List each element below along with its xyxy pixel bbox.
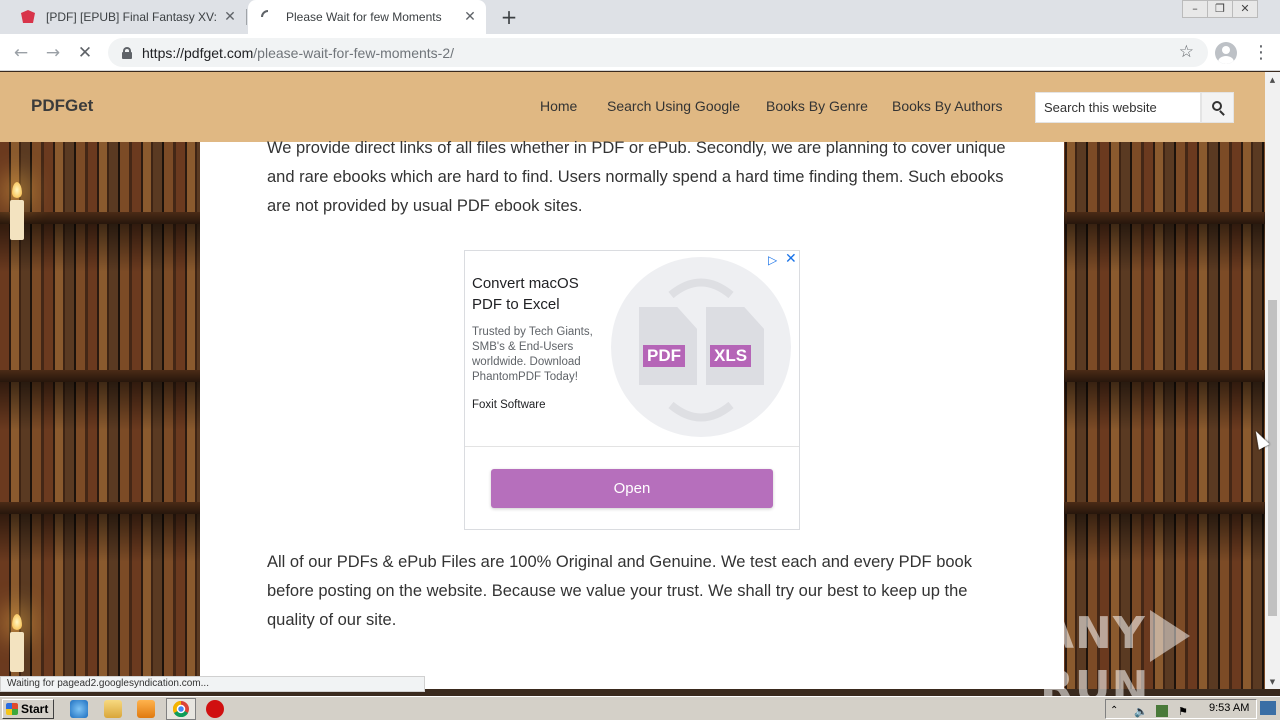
advertisement[interactable]: ▷ ✕ Convert macOS PDF to Excel Trusted b… bbox=[464, 250, 800, 530]
tab-please-wait[interactable]: Please Wait for few Moments ✕ bbox=[248, 0, 486, 34]
maximize-icon[interactable]: ❐ bbox=[1207, 0, 1233, 18]
address-bar[interactable]: https://pdfget.com/please-wait-for-few-m… bbox=[108, 38, 1208, 67]
ad-close-icon[interactable]: ✕ bbox=[785, 251, 797, 267]
main-content: We provide direct links of all files whe… bbox=[200, 139, 1064, 689]
candle-flame-icon bbox=[12, 182, 22, 198]
profile-avatar-icon[interactable] bbox=[1215, 42, 1237, 64]
tab-strip: [PDF] [EPUB] Final Fantasy XV: The Dawn … bbox=[0, 0, 1280, 34]
nav-home[interactable]: Home bbox=[540, 98, 577, 114]
folder-icon[interactable] bbox=[104, 700, 122, 718]
candle-icon bbox=[10, 200, 24, 240]
search-button[interactable] bbox=[1201, 92, 1234, 123]
internet-explorer-icon[interactable] bbox=[70, 700, 88, 718]
status-bar: Waiting for pagead2.googlesyndication.co… bbox=[0, 676, 425, 692]
back-arrow-icon[interactable]: ← bbox=[10, 42, 32, 64]
close-tab-icon[interactable]: ✕ bbox=[220, 9, 240, 25]
chrome-taskbar-button[interactable] bbox=[166, 698, 196, 720]
site-logo[interactable]: PDFGet bbox=[31, 96, 93, 116]
tab-separator bbox=[246, 9, 247, 25]
pdf-favicon-icon bbox=[20, 9, 36, 25]
lock-icon bbox=[122, 46, 132, 59]
page-viewport: PDFGet Home Search Using Google Books By… bbox=[0, 72, 1265, 689]
ad-open-button[interactable]: Open bbox=[491, 469, 773, 508]
tab-title: [PDF] [EPUB] Final Fantasy XV: The Dawn bbox=[46, 10, 220, 24]
stop-loading-icon[interactable]: ✕ bbox=[74, 42, 96, 64]
ad-choices-icon[interactable]: ▷ bbox=[768, 253, 777, 267]
forward-arrow-icon[interactable]: → bbox=[42, 42, 64, 64]
bookmark-star-icon[interactable]: ☆ bbox=[1179, 42, 1194, 62]
nav-books-by-genre[interactable]: Books By Genre bbox=[766, 98, 868, 114]
tray-expand-icon[interactable]: ⌃ bbox=[1110, 705, 1122, 717]
media-player-icon[interactable] bbox=[137, 700, 155, 718]
nav-search-google[interactable]: Search Using Google bbox=[607, 98, 740, 114]
scroll-up-icon[interactable]: ▲ bbox=[1268, 76, 1277, 84]
browser-toolbar: ← → ✕ https://pdfget.com/please-wait-for… bbox=[0, 34, 1280, 71]
windows-logo-icon bbox=[6, 703, 18, 715]
page-scrollbar[interactable]: ▲ ▼ bbox=[1265, 72, 1280, 689]
ad-title[interactable]: Convert macOS PDF to Excel bbox=[472, 273, 612, 315]
url-text: https://pdfget.com/please-wait-for-few-m… bbox=[142, 44, 455, 61]
candle-flame-icon bbox=[12, 614, 22, 630]
site-header: PDFGet Home Search Using Google Books By… bbox=[0, 72, 1265, 142]
ad-illustration: PDF XLS bbox=[611, 257, 791, 437]
new-tab-button[interactable]: + bbox=[498, 6, 520, 28]
show-desktop-icon[interactable] bbox=[1260, 701, 1276, 715]
tab-title: Please Wait for few Moments bbox=[286, 10, 442, 24]
close-window-icon[interactable]: ✕ bbox=[1232, 0, 1258, 18]
tab-final-fantasy[interactable]: [PDF] [EPUB] Final Fantasy XV: The Dawn … bbox=[8, 0, 246, 34]
ad-description: Trusted by Tech Giants, SMB's & End-User… bbox=[472, 326, 593, 383]
taskbar-clock[interactable]: 9:53 AM bbox=[1209, 702, 1249, 714]
xls-document-icon: XLS bbox=[706, 307, 764, 385]
genuine-paragraph: All of our PDFs & ePub Files are 100% Or… bbox=[267, 553, 972, 629]
search-input[interactable]: Search this website bbox=[1035, 92, 1201, 123]
close-tab-icon[interactable]: ✕ bbox=[460, 9, 480, 25]
window-controls: – ❐ ✕ bbox=[1182, 0, 1258, 18]
minimize-icon[interactable]: – bbox=[1182, 0, 1208, 18]
action-center-flag-icon[interactable]: ⚑ bbox=[1178, 705, 1190, 718]
candle-icon bbox=[10, 632, 24, 672]
stop-sign-icon[interactable] bbox=[206, 700, 224, 718]
ad-brand: Foxit Software bbox=[472, 399, 546, 411]
intro-paragraph: We provide direct links of all files whe… bbox=[267, 139, 1006, 215]
nav-books-by-authors[interactable]: Books By Authors bbox=[892, 98, 1003, 114]
menu-dots-icon[interactable]: ⋮ bbox=[1252, 42, 1270, 64]
network-icon[interactable] bbox=[1156, 705, 1168, 717]
loading-spinner-icon bbox=[260, 9, 276, 25]
volume-icon[interactable]: 🔈 bbox=[1134, 705, 1148, 718]
start-button[interactable]: Start bbox=[2, 699, 54, 719]
windows-taskbar: Start ⌃ 🔈 ⚑ 9:53 AM bbox=[0, 696, 1280, 720]
scroll-thumb[interactable] bbox=[1268, 300, 1277, 616]
